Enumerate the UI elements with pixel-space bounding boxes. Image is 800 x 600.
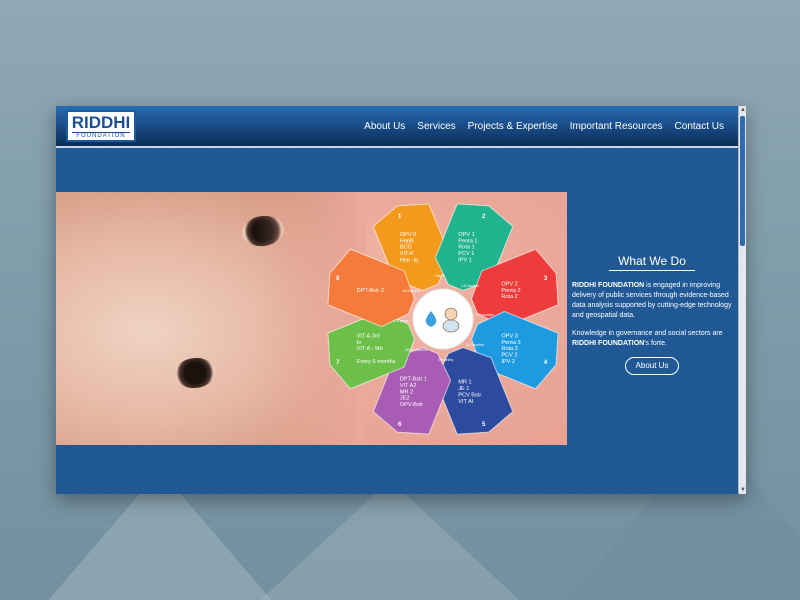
age-ring-label: 5-6 years: [394, 319, 409, 323]
browser-window: RIDDHI FOUNDATION About Us Services Proj…: [56, 106, 746, 494]
vaccine-label: JE2: [400, 396, 410, 402]
immunization-schedule-wheel: 1OPV 0HepBBCGVIT-KHep -Ig2OPV 1Penta 1Ro…: [327, 203, 559, 435]
logo-text: RIDDHI: [71, 113, 131, 132]
vaccine-label: Every 6 months: [357, 359, 396, 365]
scroll-down-arrow-icon[interactable]: ▼: [739, 486, 746, 494]
forte-text-start: Knowledge in governance and social secto…: [572, 330, 723, 337]
vaccine-label: PCV Bstr: [458, 393, 481, 399]
vaccine-label: MR 2: [400, 389, 413, 395]
what-we-do-title: What We Do: [609, 254, 695, 271]
vaccine-label: PCV 1: [458, 251, 474, 257]
main-nav: About Us Services Projects & Expertise I…: [364, 121, 724, 132]
vaccine-label: VIT AI: [458, 399, 474, 405]
age-ring-label: 2.5 months: [476, 313, 494, 317]
nav-services[interactable]: Services: [417, 121, 455, 132]
vaccine-label: Penta 1: [458, 238, 477, 244]
org-name: RIDDHI FOUNDATION: [572, 340, 645, 347]
header-bar: RIDDHI FOUNDATION About Us Services Proj…: [56, 106, 738, 148]
vaccine-label: Rota 2: [501, 294, 517, 300]
vaccine-label: OPV-Bstr: [400, 402, 423, 408]
vaccine-label: OPV 3: [501, 333, 517, 339]
vaccine-label: IPV 2: [501, 359, 515, 365]
vaccine-label: MR 1: [458, 380, 471, 386]
age-ring-label: 16 months: [402, 289, 419, 293]
vaccine-label: HepB: [400, 238, 414, 244]
hero-banner: 1 OPV 0 HepB BCG VIT-K Hep -Ig 2 OPV 1 Penta 1 Ro…: [56, 192, 567, 445]
baby-icon-body: [442, 319, 460, 333]
vaccine-label: VIT-K: [400, 251, 414, 257]
wheel-center: [412, 288, 474, 350]
vaccine-label: BCG: [400, 245, 412, 251]
vaccine-label: JE 1: [458, 386, 469, 392]
vaccine-label: OPV 2: [501, 281, 517, 287]
vaccine-label: VIT A2: [400, 383, 417, 389]
vaccine-label: OPV 0: [400, 232, 416, 238]
scroll-up-arrow-icon[interactable]: ▲: [739, 106, 746, 114]
nav-about-us[interactable]: About Us: [364, 121, 405, 132]
what-we-do-panel: What We Do RIDDHI FOUNDATION is engaged …: [572, 254, 732, 375]
org-name: RIDDHI FOUNDATION: [572, 282, 645, 289]
vaccine-label: VIT A 3rd: [357, 333, 380, 339]
vertical-scrollbar[interactable]: ▲ ▼: [738, 106, 746, 494]
vaccine-label: IPV 1: [458, 257, 472, 263]
age-ring-label: 16-24 months: [405, 348, 427, 352]
nav-projects-expertise[interactable]: Projects & Expertise: [468, 121, 558, 132]
age-ring-label: 9 months: [439, 358, 454, 362]
vaccine-label: Penta 3: [501, 340, 520, 346]
age-ring-label: 3.5 months: [466, 343, 484, 347]
logo-subtext: FOUNDATION: [72, 132, 130, 140]
about-us-button[interactable]: About Us: [625, 357, 679, 375]
age-ring-label: Day 0: [435, 274, 444, 278]
vaccine-label: OPV 1: [458, 232, 474, 238]
nav-contact-us[interactable]: Contact Us: [675, 121, 724, 132]
age-ring-label: 1.5 months: [461, 284, 479, 288]
vaccine-label: to: [357, 340, 362, 346]
forte-paragraph: Knowledge in governance and social secto…: [572, 329, 732, 349]
vaccine-label: Rota 3: [501, 346, 517, 352]
vaccine-label: PCV 2: [501, 353, 517, 359]
vaccine-label: DPT-Bstr 1: [400, 377, 427, 383]
scrollbar-thumb[interactable]: [740, 116, 745, 246]
intro-paragraph: RIDDHI FOUNDATION is engaged in improvin…: [572, 281, 732, 321]
vaccine-label: Hep -Ig: [400, 257, 418, 263]
background-triangle: [250, 480, 530, 600]
baby-icon: [444, 307, 458, 321]
nav-important-resources[interactable]: Important Resources: [570, 121, 663, 132]
riddhi-foundation-logo[interactable]: RIDDHI FOUNDATION: [66, 110, 136, 142]
vaccine-label: DPT-Bstr 2: [357, 288, 384, 294]
forte-text-end: 's forte.: [644, 340, 667, 347]
main-content: 1 OPV 0 HepB BCG VIT-K Hep -Ig 2 OPV 1 Penta 1 Ro…: [56, 150, 738, 494]
vaccine-label: VIT A - 9th: [357, 346, 383, 352]
vaccine-label: Rota 1: [458, 245, 474, 251]
vaccine-label: Penta 2: [501, 288, 520, 294]
